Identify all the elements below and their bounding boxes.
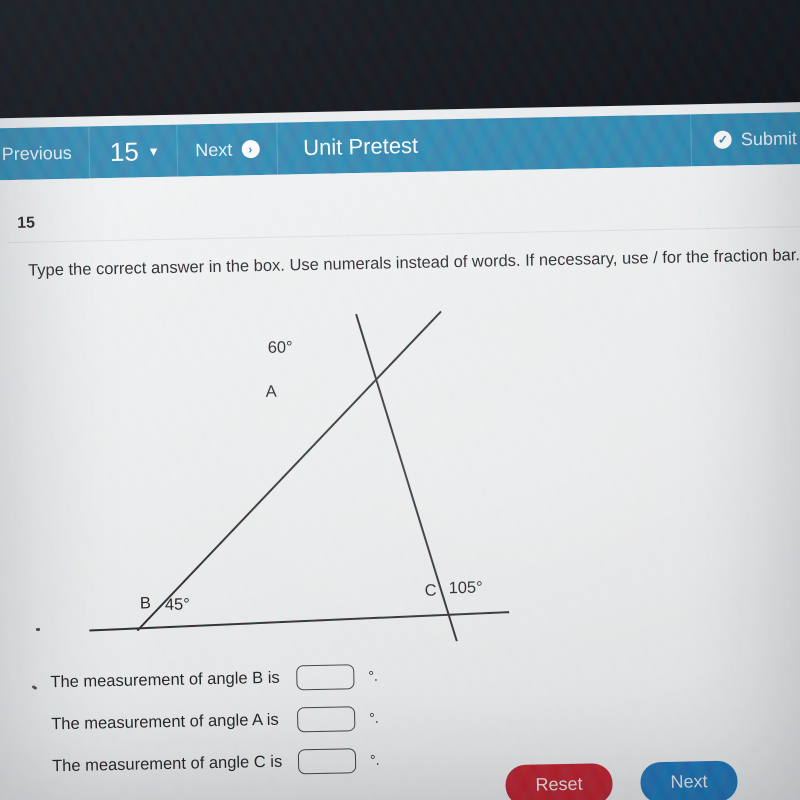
question-header-divider <box>6 191 800 244</box>
next-button[interactable]: Next <box>640 760 738 800</box>
question-instructions: Type the correct answer in the box. Use … <box>27 246 800 280</box>
angle-top-label: 60° <box>267 338 293 357</box>
action-button-row: Reset Next <box>505 760 738 800</box>
next-nav-button-label: Next <box>195 139 233 160</box>
device-bezel <box>0 0 800 120</box>
question-number: 15 <box>17 214 36 232</box>
tablet-screen: :45 AM Fri Jun 17 ‹ › A A f1.app.edmentu… <box>0 0 800 800</box>
answer-row-a: The measurement of angle A is °. <box>51 697 384 746</box>
geometry-diagram: 60° A B 45° C 105° <box>61 289 588 649</box>
circle-arrow-right-icon: › <box>241 140 260 159</box>
previous-button[interactable]: ‹ Previous <box>0 126 91 182</box>
answer-label-b: The measurement of angle B is <box>50 668 280 691</box>
previous-button-label: Previous <box>1 142 73 164</box>
screenshot-root: :45 AM Fri Jun 17 ‹ › A A f1.app.edmentu… <box>0 0 800 800</box>
angle-c-label: 105° <box>448 578 483 598</box>
answer-input-a[interactable] <box>296 705 356 732</box>
next-nav-button[interactable]: Next › <box>177 122 278 177</box>
appbar-spacer <box>444 114 692 171</box>
vertex-a-label: A <box>265 382 277 401</box>
reset-button[interactable]: Reset <box>505 763 613 800</box>
submit-test-button[interactable]: ✓ Submit Test <box>690 110 800 167</box>
angle-b-label: 45° <box>164 595 191 614</box>
vertex-b-label: B <box>139 594 152 613</box>
answer-list: The measurement of angle B is °. The mea… <box>50 655 384 788</box>
question-selector[interactable]: 15 ▾ <box>89 124 179 179</box>
answer-input-c[interactable] <box>297 747 357 774</box>
page-title: Unit Pretest <box>302 132 419 161</box>
degree-symbol-c: °. <box>369 751 380 768</box>
answer-label-a: The measurement of angle A is <box>51 710 279 733</box>
circle-check-icon: ✓ <box>713 130 733 149</box>
question-selector-number: 15 <box>109 135 140 167</box>
submit-test-button-label: Submit Test <box>740 127 800 149</box>
answer-label-c: The measurement of angle C is <box>51 752 283 775</box>
degree-symbol-a: °. <box>369 709 379 726</box>
chevron-down-icon: ▾ <box>149 143 158 161</box>
vertex-c-label: C <box>424 581 437 600</box>
answer-row-c: The measurement of angle C is °. <box>52 739 385 788</box>
answer-row-b: The measurement of angle B is °. <box>50 655 383 704</box>
question-page: 15 Type the correct answer in the box. U… <box>0 162 800 800</box>
degree-symbol-b: °. <box>368 667 378 684</box>
dust-speck <box>36 628 40 631</box>
answer-input-b[interactable] <box>296 663 355 690</box>
